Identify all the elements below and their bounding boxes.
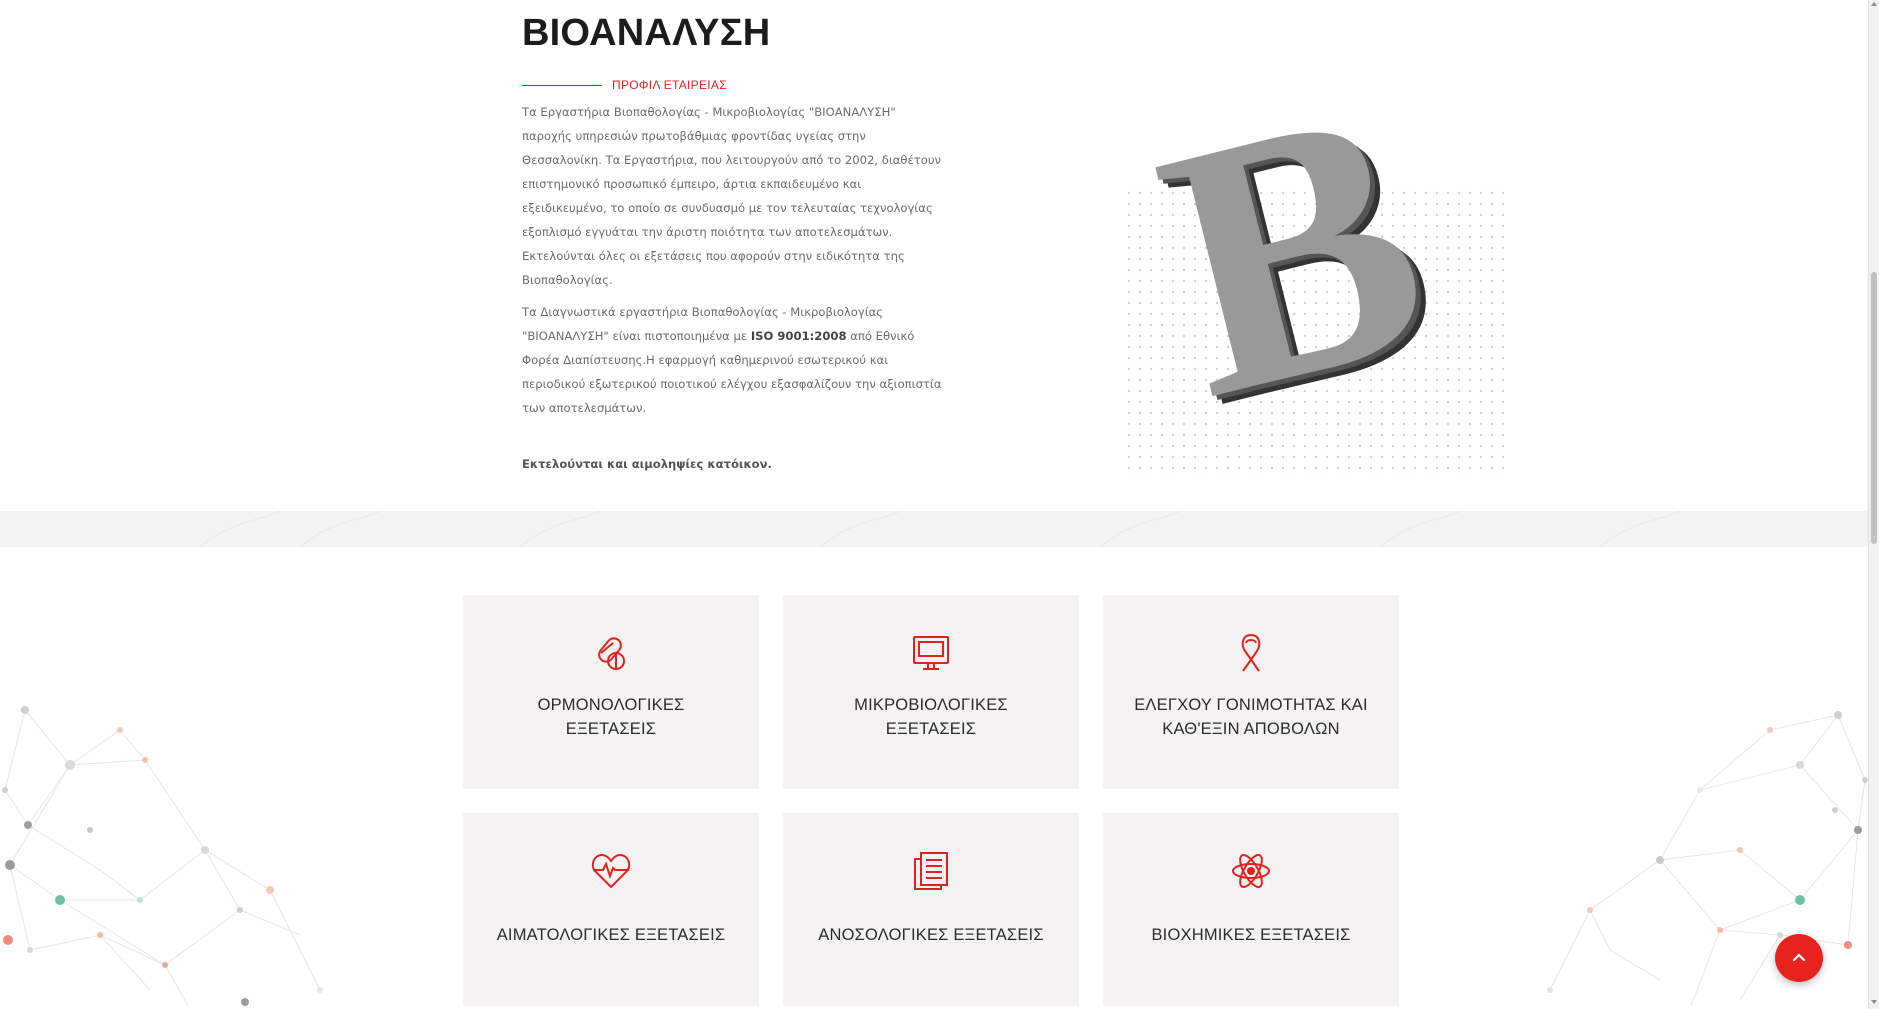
page-title: ΒΙΟΑΝΑΛΥΣΗ xyxy=(522,12,771,54)
back-to-top-button[interactable] xyxy=(1775,934,1823,982)
document-icon xyxy=(914,852,948,890)
service-card-label: ΑΙΜΑΤΟΛΟΓΙΚΕΣ ΕΞΕΤΑΣΕΙΣ xyxy=(496,926,726,944)
subtitle-divider xyxy=(522,84,602,86)
service-card-fertility[interactable]: ΕΛΕΓΧΟΥ ΓΟΝΙΜΟΤΗΤΑΣ ΚΑΙ ΚΑΘ'ΕΞΙΝ ΑΠΟΒΟΛΩ… xyxy=(1103,595,1399,789)
service-card-label: ΑΝΟΣΟΛΟΓΙΚΕΣ ΕΞΕΤΑΣΕΙΣ xyxy=(818,926,1044,944)
ribbon-icon xyxy=(1241,634,1261,672)
service-card-label: ΒΙΟΧΗΜΙΚΕΣ ΕΞΕΤΑΣΕΙΣ xyxy=(1151,926,1351,944)
section-divider-band xyxy=(0,510,1868,548)
subtitle-text: ΠΡΟΦΙΛ ΕΤΑΙΡΕΙΑΣ xyxy=(612,78,727,92)
vertical-scrollbar[interactable] xyxy=(1868,0,1879,1009)
pills-icon xyxy=(598,637,625,670)
section-subtitle: ΠΡΟΦΙΛ ΕΤΑΙΡΕΙΑΣ xyxy=(522,78,727,92)
service-card-label: ΕΛΕΓΧΟΥ ΓΟΝΙΜΟΤΗΤΑΣ ΚΑΙ ΚΑΘ'ΕΞΙΝ ΑΠΟΒΟΛΩ… xyxy=(1134,696,1368,738)
service-card-label: ΜΙΚΡΟΒΙΟΛΟΓΙΚΕΣ ΕΞΕΤΑΣΕΙΣ xyxy=(854,696,1008,738)
service-card-microbiology[interactable]: ΜΙΚΡΟΒΙΟΛΟΓΙΚΕΣ ΕΞΕΤΑΣΕΙΣ xyxy=(783,595,1079,789)
scrollbar-thumb[interactable] xyxy=(1871,272,1877,544)
service-card-hematology[interactable]: ΑΙΜΑΤΟΛΟΓΙΚΕΣ ΕΞΕΤΑΣΕΙΣ xyxy=(463,813,759,1006)
monitor-icon xyxy=(913,636,949,670)
chevron-up-icon xyxy=(1792,953,1806,962)
service-card-immunology[interactable]: ΑΝΟΣΟΛΟΓΙΚΕΣ ΕΞΕΤΑΣΕΙΣ xyxy=(783,813,1079,1006)
network-decoration-left xyxy=(2,706,323,1006)
scroll-up-arrow-icon[interactable] xyxy=(1871,2,1877,6)
service-card-hormonal[interactable]: ΟΡΜΟΝΟΛΟΓΙΚΕΣ ΕΞΕΤΑΣΕΙΣ xyxy=(463,595,759,789)
home-blood-draw-note: Εκτελούνται και αιμοληψίες κατόικον. xyxy=(522,457,772,471)
band-pattern xyxy=(199,510,1681,548)
atom-icon xyxy=(1232,854,1270,888)
intro-paragraph-2: Τα Διαγνωστικά εργαστήρια Βιοπαθολογίας … xyxy=(522,300,942,420)
brand-logo-image: B B B xyxy=(1119,70,1511,481)
service-card-label: ΟΡΜΟΝΟΛΟΓΙΚΕΣ ΕΞΕΤΑΣΕΙΣ xyxy=(537,696,685,738)
scroll-down-arrow-icon[interactable] xyxy=(1871,1000,1877,1004)
intro-paragraph-1: Τα Εργαστήρια Βιοπαθολογίας - Μικροβιολο… xyxy=(522,105,941,287)
iso-certification: ISO 9001:2008 xyxy=(750,329,847,343)
page-viewport: ΒΙΟΑΝΑΛΥΣΗ ΠΡΟΦΙΛ ΕΤΑΙΡΕΙΑΣ Τα Εργαστήρι… xyxy=(0,0,1868,1006)
service-card-biochemistry[interactable]: ΒΙΟΧΗΜΙΚΕΣ ΕΞΕΤΑΣΕΙΣ xyxy=(1103,813,1399,1006)
heartbeat-icon xyxy=(591,853,631,889)
services-grid: ΟΡΜΟΝΟΛΟΓΙΚΕΣ ΕΞΕΤΑΣΕΙΣ ΜΙΚΡΟΒΙΟΛΟΓΙΚΕΣ … xyxy=(463,595,1399,1006)
